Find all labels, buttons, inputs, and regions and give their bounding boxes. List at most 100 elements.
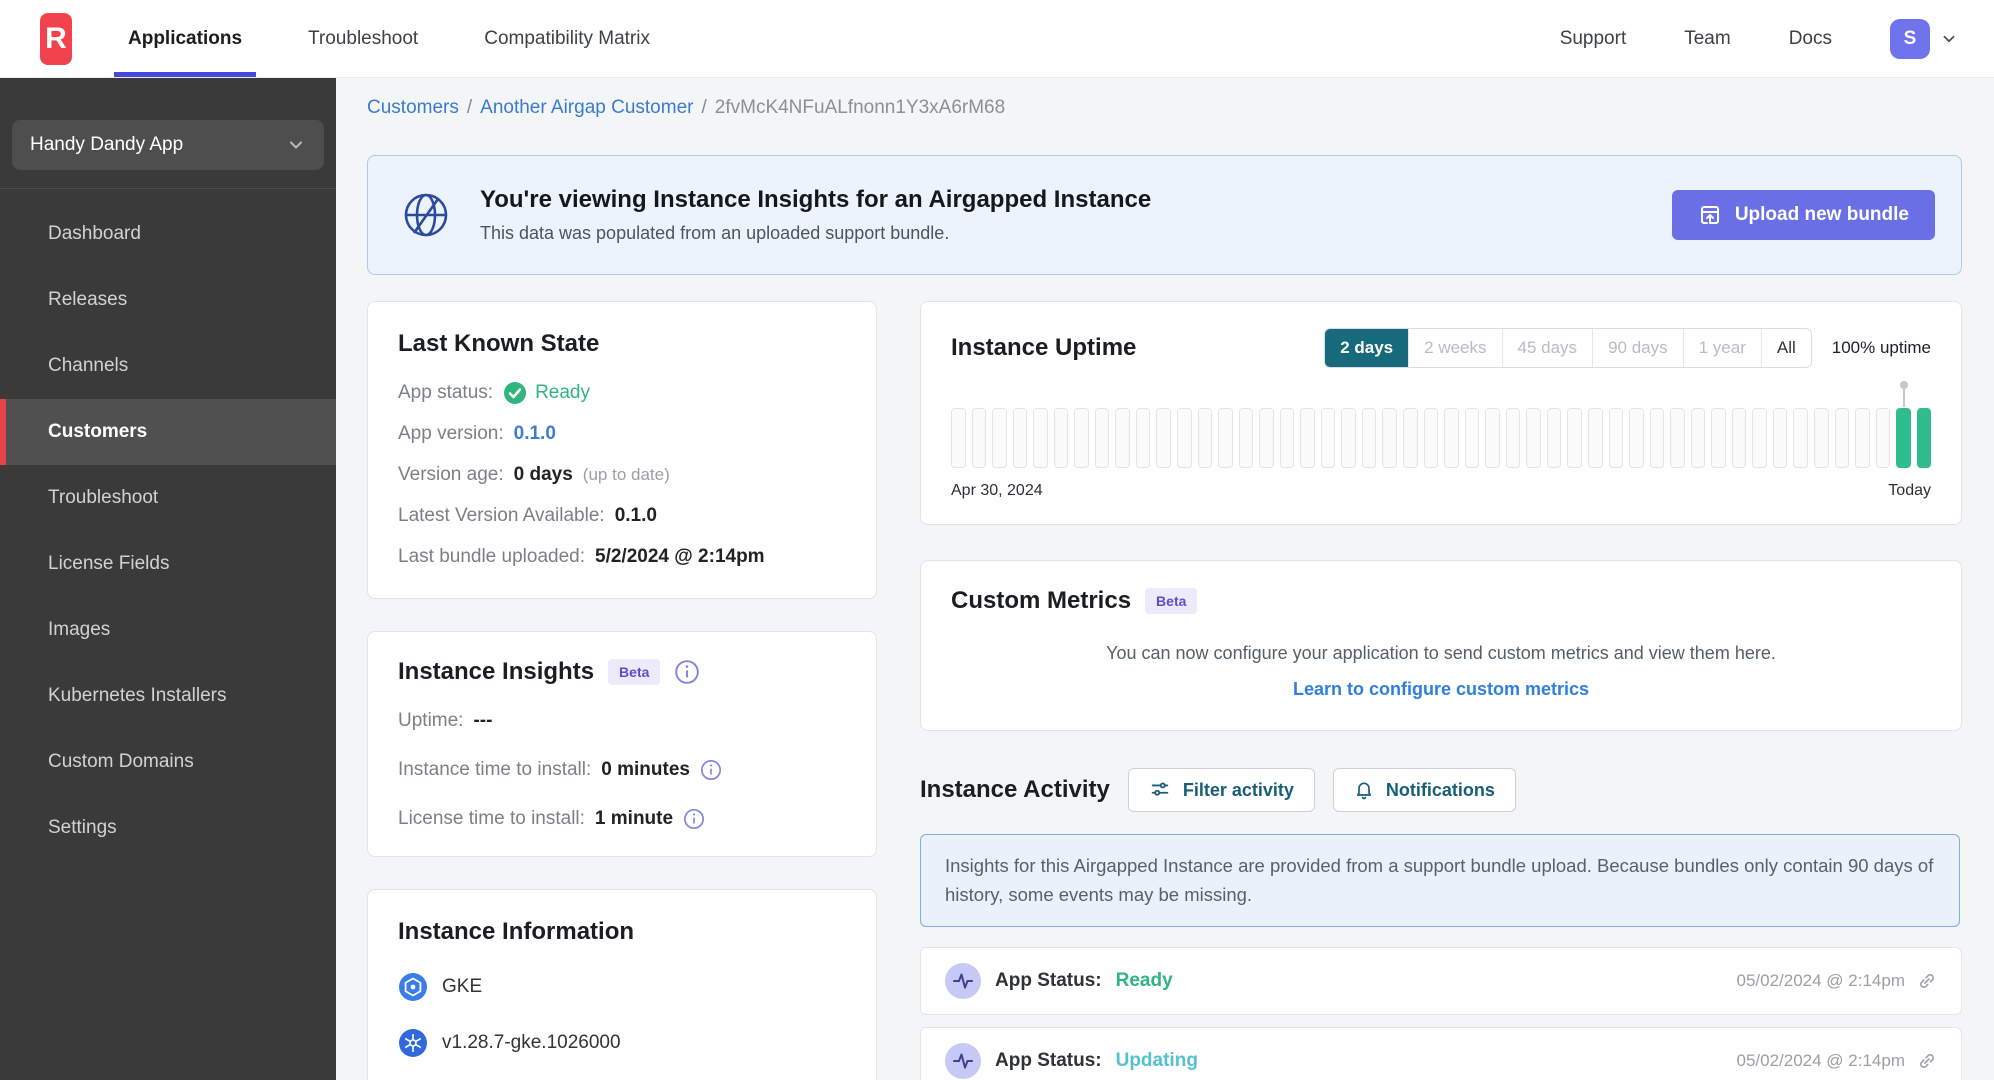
sidebar-item-license-fields[interactable]: License Fields (0, 531, 336, 597)
uptime-bar-empty[interactable] (1526, 408, 1541, 468)
pulse-icon (945, 1043, 981, 1080)
uptime-bar-empty[interactable] (1033, 408, 1048, 468)
nav-item-docs[interactable]: Docs (1789, 28, 1832, 50)
uptime-bar-empty[interactable] (1793, 408, 1808, 468)
uptime-bar-empty[interactable] (1485, 408, 1500, 468)
uptime-bar-empty[interactable] (1423, 408, 1439, 468)
nav-item-applications[interactable]: Applications (113, 0, 257, 77)
sidebar-item-dashboard[interactable]: Dashboard (0, 201, 336, 267)
uptime-bar-empty[interactable] (1300, 408, 1315, 468)
uptime-bar-empty[interactable] (1731, 408, 1747, 468)
breadcrumb-customers-link[interactable]: Customers (367, 97, 459, 118)
uptime-bar-empty[interactable] (1135, 408, 1151, 468)
uptime-bar-empty[interactable] (1218, 408, 1233, 468)
upload-new-bundle-button[interactable]: Upload new bundle (1671, 190, 1935, 240)
uptime-bar-empty[interactable] (1464, 408, 1480, 468)
uptime-bar-empty[interactable] (1156, 408, 1172, 468)
replicated-logo[interactable]: R (40, 12, 72, 65)
uptime-bar-empty[interactable] (1629, 408, 1644, 468)
uptime-bar-empty[interactable] (1834, 408, 1850, 468)
sidebar-item-kubernetes-installers[interactable]: Kubernetes Installers (0, 663, 336, 729)
sidebar-item-releases[interactable]: Releases (0, 267, 336, 333)
range-button-90-days[interactable]: 90 days (1592, 329, 1683, 367)
sidebar-item-images[interactable]: Images (0, 597, 336, 663)
uptime-bar-empty[interactable] (1341, 408, 1356, 468)
event-value: Updating (1115, 1050, 1198, 1072)
uptime-bar-empty[interactable] (1279, 408, 1295, 468)
app-selector-dropdown[interactable]: Handy Dandy App (12, 120, 324, 170)
uptime-bar-empty[interactable] (1259, 408, 1274, 468)
uptime-bar-empty[interactable] (1813, 408, 1829, 468)
upload-button-label: Upload new bundle (1734, 204, 1909, 225)
nav-item-support[interactable]: Support (1560, 28, 1627, 50)
configure-custom-metrics-link[interactable]: Learn to configure custom metrics (951, 679, 1931, 700)
uptime-bar-empty[interactable] (1115, 408, 1130, 468)
uptime-bar-empty[interactable] (1855, 408, 1870, 468)
uptime-bar-empty[interactable] (1711, 408, 1726, 468)
range-button-1-year[interactable]: 1 year (1682, 329, 1761, 367)
nav-item-compatibility-matrix[interactable]: Compatibility Matrix (484, 0, 650, 77)
uptime-bar-empty[interactable] (1567, 408, 1582, 468)
k8s-version-value: v1.28.7-gke.1026000 (442, 1032, 621, 1053)
uptime-bar-empty[interactable] (1053, 408, 1069, 468)
uptime-bar-empty[interactable] (1670, 408, 1685, 468)
range-button-45-days[interactable]: 45 days (1501, 329, 1593, 367)
uptime-bar-empty[interactable] (1403, 408, 1418, 468)
uptime-bar-empty[interactable] (971, 408, 987, 468)
card-title: Last Known State (398, 330, 600, 357)
kubernetes-icon (399, 1029, 427, 1057)
uptime-bar-empty[interactable] (1505, 408, 1521, 468)
uptime-bar-empty[interactable] (992, 408, 1007, 468)
avatar[interactable]: S (1890, 18, 1930, 59)
uptime-summary: 100% uptime (1831, 338, 1931, 357)
uptime-bar-empty[interactable] (1320, 408, 1336, 468)
sidebar-item-channels[interactable]: Channels (0, 333, 336, 399)
uptime-bar-empty[interactable] (1875, 408, 1891, 468)
uptime-bar-empty[interactable] (1772, 408, 1788, 468)
sidebar-item-custom-domains[interactable]: Custom Domains (0, 729, 336, 795)
nav-item-troubleshoot[interactable]: Troubleshoot (308, 0, 418, 77)
uptime-bar-empty[interactable] (1094, 408, 1110, 468)
instance-activity-title: Instance Activity (920, 776, 1110, 803)
link-icon[interactable] (1917, 1051, 1937, 1071)
uptime-bar-empty[interactable] (1649, 408, 1665, 468)
uptime-bar-empty[interactable] (951, 408, 966, 468)
breadcrumb-separator: / (701, 97, 707, 118)
app-version-link[interactable]: 0.1.0 (514, 423, 556, 445)
notifications-button[interactable]: Notifications (1332, 768, 1516, 812)
activity-event-row[interactable]: App Status: Updating 05/02/2024 @ 2:14pm (920, 1027, 1962, 1080)
info-icon[interactable] (683, 808, 705, 830)
uptime-bar-empty[interactable] (1177, 408, 1192, 468)
nav-item-team[interactable]: Team (1684, 28, 1730, 50)
uptime-bar-empty[interactable] (1546, 408, 1562, 468)
sidebar-item-settings[interactable]: Settings (0, 795, 336, 861)
filter-activity-button[interactable]: Filter activity (1127, 768, 1315, 812)
info-icon[interactable] (674, 659, 700, 685)
uptime-bar-empty[interactable] (1608, 408, 1624, 468)
gke-icon (399, 973, 427, 1001)
breadcrumb-customer-link[interactable]: Another Airgap Customer (480, 97, 693, 118)
uptime-bar-empty[interactable] (1361, 408, 1377, 468)
range-button-2-weeks[interactable]: 2 weeks (1408, 329, 1501, 367)
uptime-bar-empty[interactable] (1012, 408, 1028, 468)
uptime-bar-empty[interactable] (1444, 408, 1459, 468)
uptime-bar-empty[interactable] (1752, 408, 1767, 468)
activity-event-row[interactable]: App Status: Ready 05/02/2024 @ 2:14pm (920, 947, 1962, 1016)
app-status-label: App status: (398, 382, 494, 403)
uptime-bar-empty[interactable] (1690, 408, 1706, 468)
info-icon[interactable] (700, 759, 722, 781)
uptime-bar-empty[interactable] (1382, 408, 1398, 468)
account-menu[interactable]: S (1890, 18, 1958, 59)
sidebar-item-troubleshoot[interactable]: Troubleshoot (0, 465, 336, 531)
range-button-all[interactable]: All (1760, 329, 1811, 367)
chevron-down-icon (289, 141, 303, 149)
range-button-2-days[interactable]: 2 days (1325, 329, 1409, 367)
uptime-bar-up[interactable] (1916, 408, 1932, 468)
uptime-bar-empty[interactable] (1587, 408, 1603, 468)
sidebar-item-customers[interactable]: Customers (0, 399, 336, 465)
uptime-bar-empty[interactable] (1074, 408, 1089, 468)
link-icon[interactable] (1917, 971, 1937, 991)
uptime-bar-empty[interactable] (1197, 408, 1213, 468)
uptime-bar-empty[interactable] (1238, 408, 1254, 468)
uptime-bar-up[interactable] (1896, 381, 1911, 468)
